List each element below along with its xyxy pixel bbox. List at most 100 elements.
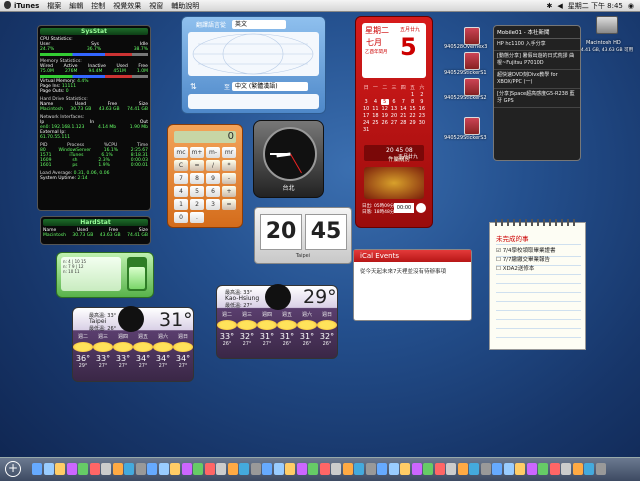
alarm-display[interactable]: 00:00 [394,203,414,213]
checkbox-icon[interactable]: ☐ [496,266,501,272]
calendar-day[interactable] [371,92,379,98]
menu-help[interactable]: 輔助說明 [167,1,203,11]
calendar-day[interactable] [381,92,389,98]
dock-app-icon[interactable] [112,463,123,475]
calendar-day[interactable]: 6 [390,99,398,105]
menu-file[interactable]: 檔案 [43,1,65,11]
translate-to-select[interactable]: 中文 (繁體漢語) [232,82,308,91]
dock-app-icon[interactable] [101,463,111,475]
dock-app-icon[interactable] [423,463,433,475]
source-text-area[interactable] [188,32,319,76]
calc-key[interactable]: 9 [206,173,220,184]
calendar-day[interactable]: 31 [362,127,370,133]
file-icon[interactable] [464,117,480,135]
dock-app-icon[interactable] [388,463,399,475]
calc-key[interactable]: * [222,160,236,171]
calc-key[interactable]: 8 [190,173,204,184]
dock-app-icon[interactable] [446,463,456,475]
dock-app-icon[interactable] [227,463,238,475]
calc-key[interactable]: 5 [190,186,204,197]
calc-key[interactable]: 4 [174,186,188,197]
dock-app-icon[interactable] [572,463,583,475]
menu-edit[interactable]: 編輯 [65,1,87,11]
calc-key[interactable]: 0 [174,212,188,223]
todo-notepad-widget[interactable]: 未完成的事 ☑ 7/4學校領取畢業證書 ☐ 7/7繳繳交畢業報告 ☐ XDA2送… [489,219,586,350]
volume-icon[interactable]: ◀ [557,2,562,10]
calendar-day[interactable]: 11 [371,106,379,112]
weather-widget-taipei[interactable]: 最高溫: 33° Taipei 最低溫: 26° 31° 週二 36° 29° 週三 3… [72,306,194,382]
calendar-day[interactable]: 28 [399,120,407,126]
calendar-day[interactable]: 22 [408,113,416,119]
mobile01-news-widget[interactable]: Mobile01 - 本社新聞 HP hc1100 入手分享 [動態分享] 暑假… [493,25,581,161]
calendar-day[interactable]: 24 [362,120,370,126]
dock-app-icon[interactable] [319,463,330,475]
dock-app-icon[interactable] [526,463,537,475]
dock-app-icon[interactable] [411,463,422,475]
translate-from-select[interactable]: 英文 [232,20,286,29]
calendar-day[interactable]: 27 [390,120,398,126]
dock-app-icon[interactable] [124,463,134,475]
dock-app-icon[interactable] [342,463,353,475]
file-icon[interactable] [464,78,480,96]
dock-app-icon[interactable] [434,463,445,475]
calendar-day[interactable]: 4 [371,99,379,105]
dock-app-icon[interactable] [55,463,65,475]
calc-key[interactable]: 1 [174,199,188,210]
sysstat-widget[interactable]: SysStat CPU Statistics: User Sys Idle 24… [37,25,151,211]
bluetooth-icon[interactable]: ✱ [546,2,552,10]
dock-app-icon[interactable] [595,463,606,475]
dock-app-icon[interactable] [66,463,77,475]
calc-key[interactable]: 3 [206,199,220,210]
green-monitor-widget[interactable]: n: 4 | 10 15 n: 7 9 | 12 n: 10 11 [56,252,154,298]
calc-key[interactable]: = [190,160,204,171]
dock-app-icon[interactable] [296,463,307,475]
calendar-day[interactable] [399,92,407,98]
add-widget-button[interactable]: + [5,461,21,477]
menu-visualizer[interactable]: 視覺效果 [109,1,145,11]
dock-app-icon[interactable] [354,463,364,475]
news-item[interactable]: 超快速DVD刻Divx教學 for XBOX/PPC (一) [494,70,580,89]
dock-app-icon[interactable] [204,463,215,475]
calc-key[interactable]: mr [222,147,236,158]
calendar-day[interactable]: 8 [408,99,416,105]
calc-key[interactable]: C [174,160,188,171]
calendar-day[interactable]: 1 [408,92,416,98]
calendar-day[interactable]: 25 [371,120,379,126]
dock-app-icon[interactable] [331,463,341,475]
dock-app-icon[interactable] [135,463,146,475]
calc-key[interactable]: 7 [174,173,188,184]
calendar-day[interactable]: 16 [418,106,426,112]
dock-app-icon[interactable] [503,463,514,475]
calendar-day[interactable]: 12 [381,106,389,112]
menu-controls[interactable]: 控制 [87,1,109,11]
calendar-day[interactable]: 10 [362,106,370,112]
calendar-day[interactable]: 19 [381,113,389,119]
calendar-day[interactable]: 14 [399,106,407,112]
weather-widget-kaohsiung[interactable]: 最高溫: 33° Kao-Hsiung 最低溫: 27° 29° 週二 33° 26… [216,284,338,359]
calendar-day[interactable]: 13 [390,106,398,112]
dock-app-icon[interactable] [170,463,180,475]
apple-menu-icon[interactable] [4,1,11,9]
calc-key[interactable]: m- [206,147,220,158]
alarm-button[interactable] [416,203,426,213]
calculator-widget[interactable]: 0 mc m+ m-mr C = / * 7 8 9-4 5 6 +1 2 3 = 0. [167,124,243,228]
dock-app-icon[interactable] [400,463,410,475]
calendar-day[interactable]: 20 [390,113,398,119]
hardstat-widget[interactable]: HardStat Name Used Free Size Macintosh 3… [40,216,151,245]
dock-app-icon[interactable] [515,463,525,475]
checkbox-checked-icon[interactable]: ☑ [496,248,501,254]
dock-app-icon[interactable] [377,463,387,475]
calc-key[interactable]: - [222,173,236,184]
checkbox-icon[interactable]: ☐ [496,257,501,263]
spotlight-icon[interactable]: ◉ [628,2,634,10]
dock-app-icon[interactable] [250,463,261,475]
calendar-day[interactable]: 18 [371,113,379,119]
calendar-day[interactable]: 21 [399,113,407,119]
translation-widget[interactable]: 翻譯語言從 英文 ⇅ 至 中文 (繁體漢語) [181,16,326,114]
calc-key[interactable]: mc [174,147,188,158]
world-clock-widget[interactable]: 台北 [253,120,324,198]
calendar-day[interactable]: 30 [418,120,426,126]
calc-key[interactable]: + [222,186,236,197]
calendar-day[interactable]: 26 [381,120,389,126]
dock-app-icon[interactable] [262,463,272,475]
